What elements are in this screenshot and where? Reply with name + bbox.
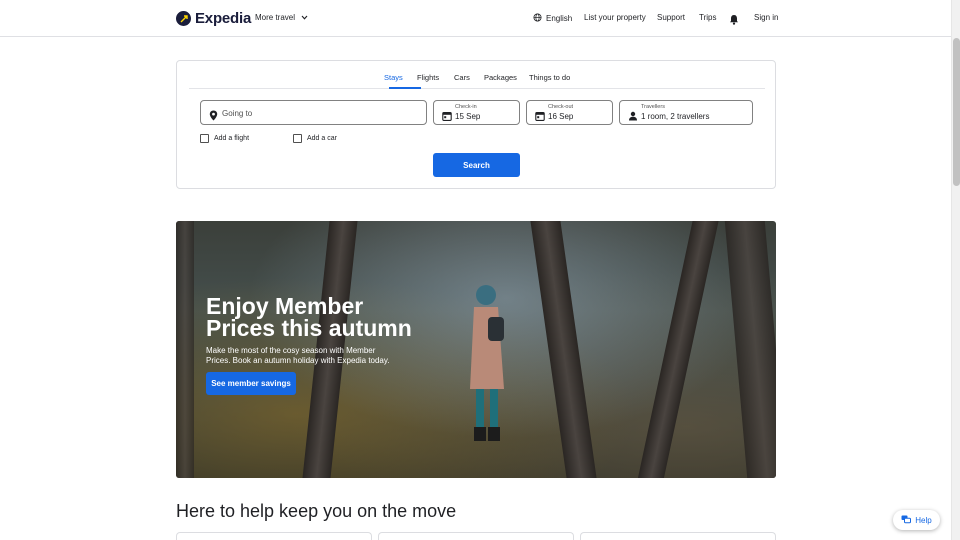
tab-things-to-do[interactable]: Things to do	[529, 73, 570, 82]
tab-flights[interactable]: Flights	[417, 73, 439, 82]
hero-subtitle: Make the most of the cosy season with Me…	[206, 346, 390, 365]
person-icon	[628, 108, 637, 121]
sign-in-link[interactable]: Sign in	[754, 13, 778, 22]
calendar-icon	[535, 108, 545, 121]
add-flight-checkbox[interactable]: Add a flight	[200, 134, 249, 143]
search-button[interactable]: Search	[433, 153, 520, 177]
checkout-value: 16 Sep	[548, 112, 574, 121]
help-button[interactable]: Help	[893, 510, 940, 530]
location-pin-icon	[209, 108, 218, 121]
see-member-savings-button[interactable]: See member savings	[206, 372, 296, 395]
member-prices-banner: Enjoy Member Prices this autumn Make the…	[176, 221, 776, 478]
travellers-label: Travellers	[641, 104, 665, 110]
checkbox-box[interactable]	[293, 134, 302, 143]
destination-placeholder: Going to	[222, 109, 253, 118]
travellers-field[interactable]: Travellers 1 room, 2 travellers	[619, 100, 753, 125]
top-header: Expedia More travel English List your pr…	[0, 0, 951, 37]
search-tabs: Stays Flights Cars Packages Things to do	[189, 61, 765, 89]
expedia-logo[interactable]: Expedia	[176, 10, 251, 27]
list-your-property-link[interactable]: List your property	[584, 13, 646, 22]
travellers-value: 1 room, 2 travellers	[641, 112, 710, 121]
info-card[interactable]	[580, 532, 776, 540]
add-car-label: Add a car	[307, 135, 337, 142]
hiker-figure	[464, 281, 512, 441]
checkin-date-field[interactable]: Check-in 15 Sep	[433, 100, 520, 125]
active-tab-indicator	[389, 87, 421, 89]
bell-icon[interactable]	[729, 12, 739, 25]
add-car-checkbox[interactable]: Add a car	[293, 134, 337, 143]
hero-title: Enjoy Member Prices this autumn	[206, 293, 412, 341]
search-form-card: Stays Flights Cars Packages Things to do…	[176, 60, 776, 189]
more-travel-label: More travel	[255, 13, 296, 22]
chevron-down-icon	[301, 13, 308, 22]
checkout-label: Check-out	[548, 104, 574, 110]
destination-input[interactable]: Going to	[200, 100, 427, 125]
logo-text: Expedia	[195, 10, 252, 27]
info-card[interactable]	[378, 532, 574, 540]
trips-link[interactable]: Trips	[699, 13, 716, 22]
tab-stays[interactable]: Stays	[384, 73, 403, 82]
checkout-date-field[interactable]: Check-out 16 Sep	[526, 100, 613, 125]
language-label: English	[546, 14, 573, 23]
support-link[interactable]: Support	[657, 13, 685, 22]
language-selector[interactable]: English	[533, 13, 572, 24]
globe-icon	[533, 13, 542, 24]
calendar-icon	[442, 108, 452, 121]
info-card[interactable]	[176, 532, 372, 540]
section-heading: Here to help keep you on the move	[176, 501, 457, 521]
checkin-label: Check-in	[455, 104, 477, 110]
help-label: Help	[915, 515, 932, 525]
chat-icon	[901, 515, 912, 526]
scrollbar-thumb[interactable]	[953, 38, 960, 186]
checkin-value: 15 Sep	[455, 112, 481, 121]
page-scrollbar[interactable]	[951, 0, 960, 540]
tab-cars[interactable]: Cars	[454, 73, 470, 82]
tab-packages[interactable]: Packages	[484, 73, 517, 82]
checkbox-box[interactable]	[200, 134, 209, 143]
plane-logo-icon	[176, 11, 191, 26]
more-travel-menu[interactable]: More travel	[255, 13, 308, 22]
add-flight-label: Add a flight	[214, 135, 250, 142]
